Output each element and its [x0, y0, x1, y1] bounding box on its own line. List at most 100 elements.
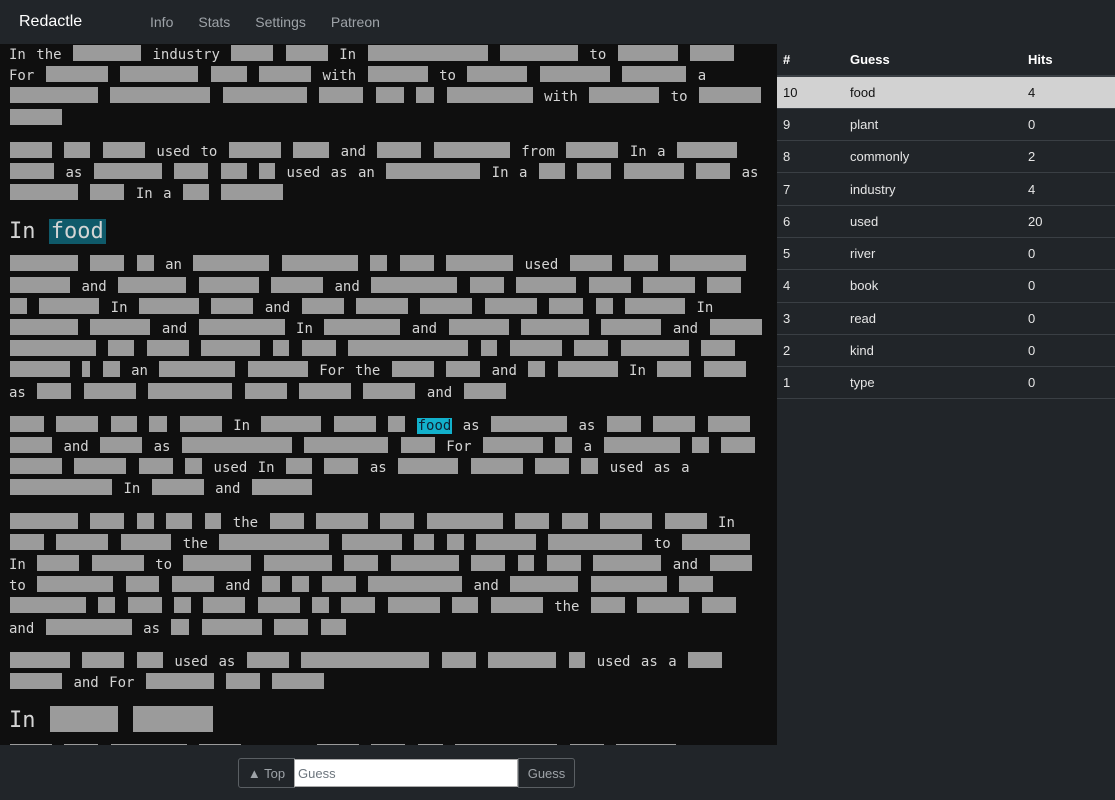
- redacted-word[interactable]: [179, 415, 222, 432]
- redacted-word[interactable]: [10, 163, 54, 180]
- redacted-word[interactable]: [590, 576, 667, 593]
- redacted-word[interactable]: [709, 555, 752, 572]
- redacted-word[interactable]: [185, 458, 203, 475]
- redacted-word[interactable]: [622, 66, 687, 83]
- redacted-word[interactable]: [45, 618, 132, 635]
- redacted-word[interactable]: [380, 512, 415, 529]
- redacted-word[interactable]: [151, 479, 204, 496]
- redacted-word[interactable]: [246, 651, 289, 668]
- redacted-word[interactable]: [56, 415, 99, 432]
- redacted-word[interactable]: [625, 297, 685, 314]
- redacted-word[interactable]: [183, 184, 210, 201]
- redacted-word[interactable]: [701, 597, 736, 614]
- redacted-word[interactable]: [10, 597, 86, 614]
- redacted-word[interactable]: [600, 512, 653, 529]
- redacted-word[interactable]: [637, 597, 690, 614]
- redacted-word[interactable]: [315, 512, 368, 529]
- guess-row[interactable]: 8 commonly 2: [777, 140, 1115, 174]
- redacted-word[interactable]: [657, 361, 692, 378]
- redacted-word[interactable]: [341, 597, 376, 614]
- redacted-word[interactable]: [690, 45, 735, 61]
- redacted-word[interactable]: [90, 184, 125, 201]
- redacted-word[interactable]: [10, 458, 62, 475]
- redacted-word[interactable]: [10, 512, 78, 529]
- redacted-word[interactable]: [120, 533, 172, 550]
- guess-row[interactable]: 7 industry 4: [777, 172, 1115, 206]
- redacted-word[interactable]: [220, 163, 247, 180]
- redacted-word[interactable]: [201, 618, 262, 635]
- redacted-word[interactable]: [211, 297, 254, 314]
- redacted-word[interactable]: [281, 255, 358, 272]
- redacted-word[interactable]: [363, 382, 416, 399]
- redacted-word[interactable]: [371, 276, 458, 293]
- redacted-word[interactable]: [588, 276, 631, 293]
- redacted-word[interactable]: [499, 45, 578, 61]
- redacted-word[interactable]: [707, 415, 750, 432]
- redacted-word[interactable]: [400, 437, 435, 454]
- redacted-word[interactable]: [10, 108, 62, 125]
- redacted-word[interactable]: [39, 297, 100, 314]
- redacted-word[interactable]: [228, 141, 281, 158]
- redacted-word[interactable]: [701, 340, 736, 357]
- redacted-word[interactable]: [138, 458, 173, 475]
- redacted-word[interactable]: [642, 276, 695, 293]
- redacted-word[interactable]: [174, 597, 191, 614]
- redacted-word[interactable]: [10, 673, 62, 690]
- redacted-word[interactable]: [319, 87, 364, 104]
- redacted-word[interactable]: [321, 576, 356, 593]
- redacted-word[interactable]: [231, 45, 274, 61]
- article-pane[interactable]: In the industry In to For with to a with…: [0, 44, 777, 745]
- redacted-word[interactable]: [201, 340, 261, 357]
- redacted-word[interactable]: [292, 576, 310, 593]
- redacted-word[interactable]: [469, 276, 504, 293]
- redacted-word[interactable]: [590, 597, 625, 614]
- redacted-word[interactable]: [110, 87, 211, 104]
- redacted-word[interactable]: [433, 141, 510, 158]
- redacted-word[interactable]: [516, 276, 577, 293]
- redacted-word[interactable]: [555, 437, 573, 454]
- redacted-word[interactable]: [10, 255, 78, 272]
- redacted-word[interactable]: [285, 45, 328, 61]
- redacted-word[interactable]: [387, 597, 440, 614]
- redacted-word[interactable]: [707, 276, 742, 293]
- redacted-word[interactable]: [198, 276, 259, 293]
- redacted-word[interactable]: [10, 479, 112, 496]
- redacted-word[interactable]: [222, 87, 307, 104]
- redacted-word[interactable]: [102, 141, 145, 158]
- redacted-word[interactable]: [463, 382, 506, 399]
- redacted-word[interactable]: [577, 163, 612, 180]
- redacted-word[interactable]: [467, 66, 528, 83]
- redacted-word[interactable]: [37, 576, 114, 593]
- redacted-word[interactable]: [624, 255, 658, 272]
- redacted-word[interactable]: [470, 458, 523, 475]
- redacted-word[interactable]: [623, 163, 684, 180]
- redacted-word[interactable]: [149, 415, 168, 432]
- redacted-word[interactable]: [480, 340, 498, 357]
- redacted-word[interactable]: [166, 512, 193, 529]
- redacted-word[interactable]: [515, 512, 550, 529]
- redacted-word[interactable]: [10, 437, 52, 454]
- redacted-word[interactable]: [64, 141, 91, 158]
- redacted-word[interactable]: [568, 651, 586, 668]
- redacted-word[interactable]: [261, 415, 322, 432]
- redacted-word[interactable]: [82, 651, 125, 668]
- redacted-word[interactable]: [226, 673, 260, 690]
- redacted-word[interactable]: [420, 297, 473, 314]
- top-button[interactable]: ▲ Top: [238, 758, 295, 788]
- guess-row[interactable]: 4 book 0: [777, 269, 1115, 303]
- redacted-word[interactable]: [259, 66, 312, 83]
- redacted-word[interactable]: [90, 255, 125, 272]
- redacted-word[interactable]: [118, 276, 187, 293]
- redacted-word[interactable]: [509, 340, 562, 357]
- redacted-word[interactable]: [344, 555, 379, 572]
- redacted-word[interactable]: [448, 319, 509, 336]
- redacted-word[interactable]: [593, 555, 662, 572]
- redacted-word[interactable]: [484, 297, 537, 314]
- redacted-word[interactable]: [37, 382, 72, 399]
- redacted-word[interactable]: [138, 297, 199, 314]
- redacted-word[interactable]: [73, 45, 142, 61]
- redacted-word[interactable]: [475, 533, 536, 550]
- guess-row[interactable]: 2 kind 0: [777, 334, 1115, 368]
- redacted-word[interactable]: [93, 163, 162, 180]
- redacted-word[interactable]: [293, 141, 330, 158]
